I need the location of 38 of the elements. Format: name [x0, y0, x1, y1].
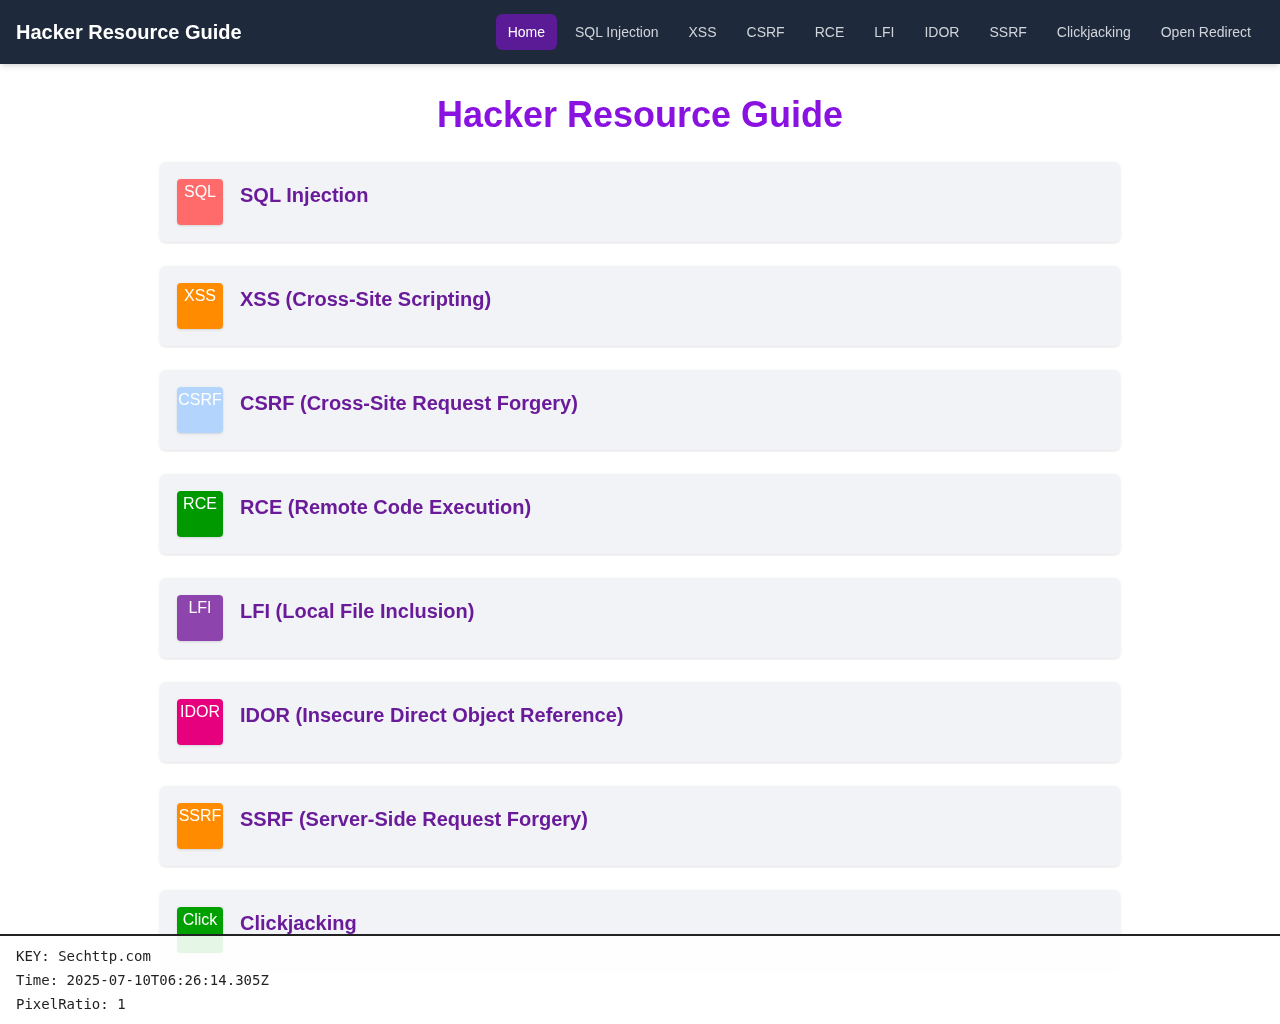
nav-link[interactable]: XSS	[676, 14, 729, 50]
resource-card[interactable]: RCE RCE (Remote Code Execution)	[160, 474, 1120, 554]
nav-link[interactable]: Open Redirect	[1148, 14, 1263, 50]
debug-line: KEY: Sechttp.com	[16, 947, 152, 966]
badge-label: XSS	[184, 286, 216, 306]
resource-card[interactable]: SSRF SSRF (Server-Side Request Forgery)	[160, 786, 1120, 866]
nav-link[interactable]: Home	[495, 14, 557, 50]
card-title[interactable]: Clickjacking	[240, 908, 357, 938]
badge-label: IDOR	[180, 702, 220, 722]
nav-link[interactable]: LFI	[862, 14, 907, 50]
card-title[interactable]: LFI (Local File Inclusion)	[240, 596, 475, 626]
badge-label: LFI	[188, 598, 212, 618]
resource-card[interactable]: SQL SQL Injection	[160, 162, 1120, 242]
page-heading: Hacker Resource Guide	[435, 93, 845, 137]
nav-link[interactable]: RCE	[802, 14, 857, 50]
nav-link[interactable]: SQL Injection	[563, 14, 671, 50]
card-title[interactable]: IDOR (Insecure Direct Object Reference)	[240, 700, 624, 730]
nav-link[interactable]: SSRF	[977, 14, 1039, 50]
badge-label: Click	[182, 910, 218, 930]
badge-label: SSRF	[178, 806, 222, 826]
resource-card[interactable]: LFI LFI (Local File Inclusion)	[160, 578, 1120, 658]
resource-card[interactable]: IDOR IDOR (Insecure Direct Object Reference)	[160, 682, 1120, 762]
badge-label: CSRF	[178, 390, 222, 410]
card-title[interactable]: SQL Injection	[240, 180, 369, 210]
badge-label: RCE	[183, 494, 217, 514]
badge-label: SQL	[184, 182, 216, 202]
resource-card[interactable]: CSRF CSRF (Cross-Site Request Forgery)	[160, 370, 1120, 450]
nav-link[interactable]: Clickjacking	[1044, 14, 1143, 50]
card-title[interactable]: CSRF (Cross-Site Request Forgery)	[240, 388, 578, 418]
resource-card[interactable]: XSS XSS (Cross-Site Scripting)	[160, 266, 1120, 346]
card-title[interactable]: SSRF (Server-Side Request Forgery)	[240, 804, 588, 834]
debug-line: PixelRatio: 1	[16, 995, 127, 1014]
nav-link[interactable]: CSRF	[734, 14, 797, 50]
brand-title[interactable]: Hacker Resource Guide	[16, 18, 242, 46]
card-title[interactable]: RCE (Remote Code Execution)	[240, 492, 532, 522]
debug-line: Time: 2025-07-10T06:26:14.305Z	[16, 971, 270, 990]
card-title[interactable]: XSS (Cross-Site Scripting)	[240, 284, 492, 314]
nav-link[interactable]: IDOR	[912, 14, 972, 50]
